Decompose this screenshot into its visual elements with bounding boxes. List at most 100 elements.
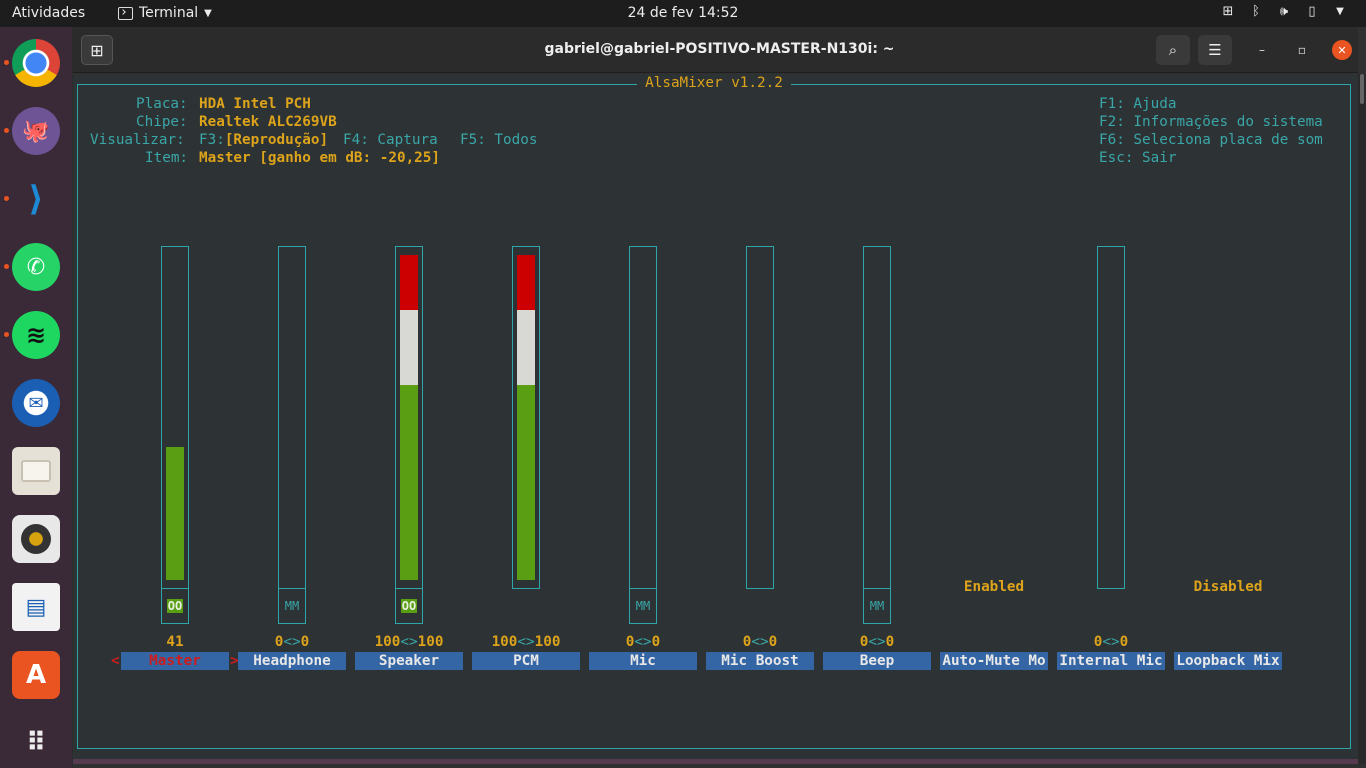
running-indicator [4, 196, 9, 201]
alsamixer-title: AlsaMixer v1.2.2 [637, 75, 791, 91]
chevron-down-icon[interactable]: ▼ [1332, 6, 1348, 17]
value-separator: <> [634, 634, 652, 650]
activities-label: Atividades [12, 5, 86, 21]
mute-toggle[interactable]: MM [629, 588, 657, 624]
search-button[interactable]: ⌕ [1156, 35, 1190, 65]
terminal-content[interactable]: AlsaMixer v1.2.2 Placa: HDA Intel PCH Ch… [73, 74, 1358, 764]
close-icon: ✕ [1337, 43, 1347, 57]
window-bottom-edge [73, 759, 1358, 764]
bluetooth-icon[interactable]: ᛒ [1248, 4, 1264, 19]
spotify-icon[interactable]: ≋ [12, 311, 60, 359]
mute-toggle[interactable]: MM [278, 588, 306, 624]
volume-bar[interactable] [1097, 246, 1125, 589]
search-icon: ⌕ [1168, 41, 1178, 59]
battery-icon[interactable]: ▯ [1304, 4, 1320, 19]
title-bar[interactable]: ⊞ gabriel@gabriel-POSITIVO-MASTER-N130i:… [73, 27, 1358, 73]
dock: 🐙 ⟩ ✆ ≋ ✉ ▤ A ⠿ [0, 27, 72, 768]
network-icon[interactable]: ⊞ [1220, 4, 1236, 19]
help-f2: F2: Informações do sistema [1099, 114, 1323, 130]
view-playback[interactable]: [Reprodução] [225, 132, 328, 148]
mute-toggle[interactable]: OO [161, 588, 189, 624]
chrome-icon[interactable] [12, 39, 60, 87]
channel-value: 100<>100 [355, 634, 463, 650]
terminal-window: ⊞ gabriel@gabriel-POSITIVO-MASTER-N130i:… [73, 27, 1366, 768]
value-separator: <> [400, 634, 418, 650]
menu-button[interactable]: ☰ [1198, 35, 1232, 65]
volume-fill-red [517, 255, 535, 311]
view-label: Visualizar: [90, 132, 185, 148]
whatsapp-icon[interactable]: ✆ [12, 243, 60, 291]
mute-toggle[interactable]: MM [863, 588, 891, 624]
channel-label[interactable]: Beep [823, 652, 931, 670]
volume-icon[interactable]: 🕪 [1276, 4, 1292, 19]
alsamixer-title-row: AlsaMixer v1.2.2 [78, 75, 1350, 91]
view-capture[interactable]: F4: Captura [343, 131, 438, 149]
rhythmbox-icon[interactable] [12, 515, 60, 563]
mute-state: MM [284, 599, 300, 613]
volume-fill-green [517, 385, 535, 580]
vscode-icon[interactable]: ⟩ [12, 175, 60, 223]
help-esc: Esc: Sair [1099, 150, 1177, 166]
help-f6: F6: Seleciona placa de som [1099, 132, 1323, 148]
running-indicator [4, 332, 9, 337]
volume-bar[interactable] [512, 246, 540, 589]
selection-left-marker: < [111, 653, 120, 669]
channel-label[interactable]: Auto-Mute Mo [940, 652, 1048, 670]
value-separator: <> [868, 634, 886, 650]
channel-label[interactable]: Loopback Mix [1174, 652, 1282, 670]
chip-value: Realtek ALC269VB [199, 114, 337, 130]
thunderbird-icon[interactable]: ✉ [12, 379, 60, 427]
channel-label[interactable]: Internal Mic [1057, 652, 1165, 670]
value-left: 100 [374, 634, 401, 650]
activities-button[interactable]: Atividades [12, 5, 85, 21]
minimize-button[interactable]: – [1252, 40, 1272, 60]
card-label: Placa: [136, 96, 188, 112]
switch-state[interactable]: Enabled [940, 579, 1048, 595]
maximize-icon: ▫ [1297, 43, 1307, 57]
close-button[interactable]: ✕ [1332, 40, 1352, 60]
channel-value: 0<>0 [823, 634, 931, 650]
app-grid-icon[interactable]: ⠿ [12, 719, 60, 767]
chevron-down-icon: ▼ [204, 7, 212, 19]
channel-label[interactable]: Mic [589, 652, 697, 670]
scrollbar-thumb[interactable] [1360, 74, 1364, 104]
volume-bar[interactable] [161, 246, 189, 589]
switch-state[interactable]: Disabled [1174, 579, 1282, 595]
github-icon[interactable]: 🐙 [12, 107, 60, 155]
card-value: HDA Intel PCH [199, 96, 311, 112]
volume-bar[interactable] [746, 246, 774, 589]
value-right: 0 [885, 634, 895, 650]
app-menu-label: Terminal [139, 5, 199, 21]
top-bar: Atividades Terminal ▼ 24 de fev 14:52 ⊞ … [0, 0, 1366, 27]
value-right: 100 [417, 634, 444, 650]
minimize-icon: – [1259, 43, 1265, 57]
maximize-button[interactable]: ▫ [1292, 40, 1312, 60]
mute-state: OO [400, 599, 418, 613]
item-label: Item: [145, 150, 189, 166]
value-separator: <> [517, 634, 535, 650]
channel-label[interactable]: Mic Boost [706, 652, 814, 670]
value-right: 0 [768, 634, 778, 650]
app-menu[interactable]: Terminal ▼ [118, 5, 212, 21]
volume-bar[interactable] [863, 246, 891, 589]
channel-label[interactable]: Speaker [355, 652, 463, 670]
writer-icon[interactable]: ▤ [12, 583, 60, 631]
mute-toggle[interactable]: OO [395, 588, 423, 624]
view-all[interactable]: F5: Todos [460, 131, 537, 149]
system-tray[interactable]: ⊞ ᛒ 🕪 ▯ ▼ [1220, 4, 1348, 19]
value-right: 0 [300, 634, 310, 650]
scrollbar[interactable] [1358, 74, 1366, 764]
volume-bar[interactable] [278, 246, 306, 589]
volume-bar[interactable] [395, 246, 423, 589]
channel-value: 100<>100 [472, 634, 580, 650]
channel-label[interactable]: PCM [472, 652, 580, 670]
channel-value: 0<>0 [589, 634, 697, 650]
software-icon[interactable]: A [12, 651, 60, 699]
value-left: 100 [491, 634, 518, 650]
files-icon[interactable] [12, 447, 60, 495]
channel-label[interactable]: Master [121, 652, 229, 670]
volume-bar[interactable] [629, 246, 657, 589]
channel-label[interactable]: Headphone [238, 652, 346, 670]
clock[interactable]: 24 de fev 14:52 [628, 5, 739, 21]
volume-fill-green [166, 446, 184, 580]
